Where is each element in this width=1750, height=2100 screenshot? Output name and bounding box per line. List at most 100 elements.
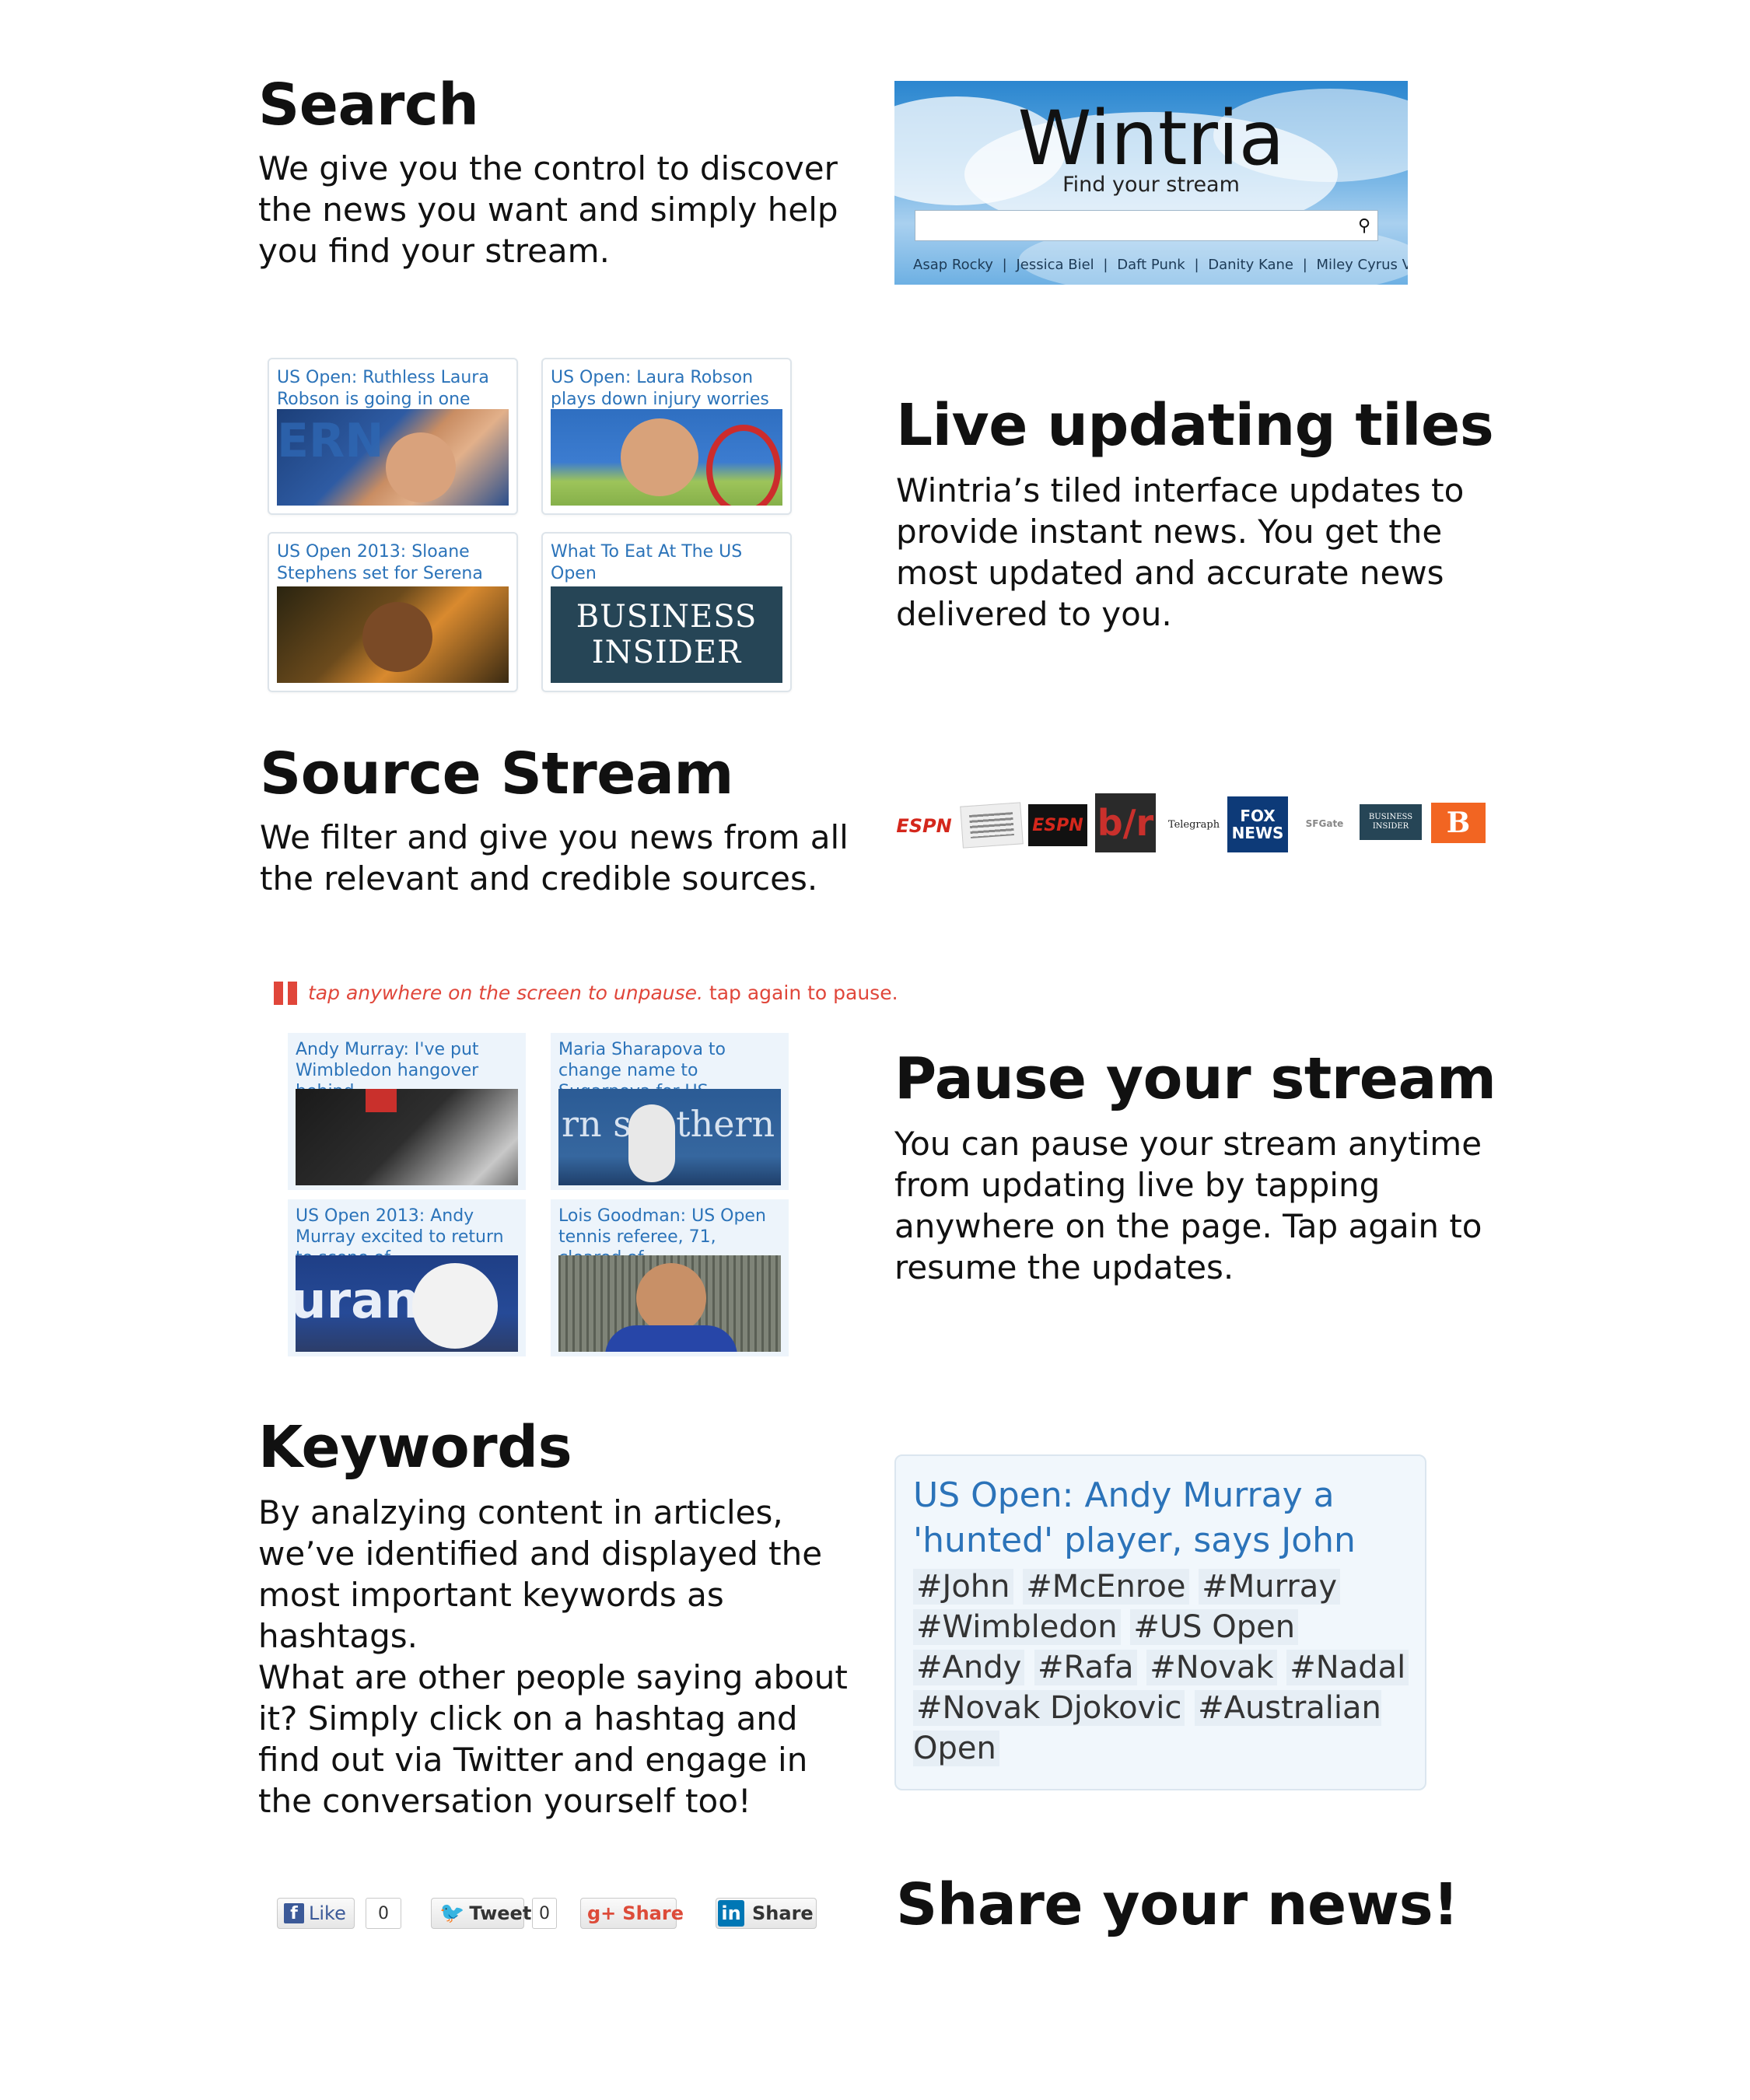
sources-heading: Source Stream <box>260 740 734 807</box>
hashtag[interactable]: #Novak <box>1146 1650 1277 1685</box>
search-heading: Search <box>258 72 479 138</box>
hashtag[interactable]: #Murray <box>1199 1569 1340 1605</box>
tile-title[interactable]: US Open: Ruthless Laura Robson is going … <box>277 367 509 411</box>
fox-news-logo: FOX NEWS <box>1227 796 1288 852</box>
separator: | <box>1103 257 1108 273</box>
logo-lines <box>969 812 1014 838</box>
facebook-icon: f <box>284 1903 304 1923</box>
trending-link[interactable]: Jessica Biel <box>1016 257 1094 273</box>
hashtag[interactable]: #John <box>913 1569 1013 1605</box>
trending-link[interactable]: Daft Punk <box>1117 257 1185 273</box>
search-icon[interactable]: ⚲ <box>1353 215 1375 236</box>
news-tile[interactable]: US Open 2013: Andy Murray excited to ret… <box>288 1199 526 1356</box>
tennis-photo: ERN <box>277 409 509 506</box>
espn-logo: ESPN <box>896 815 952 837</box>
hashtag[interactable]: #Novak Djokovic <box>913 1690 1185 1726</box>
facebook-like-button[interactable]: f Like <box>277 1898 355 1929</box>
logo-line: NEWS <box>1231 824 1284 842</box>
latin-news-logo <box>960 802 1024 849</box>
app-logo: Wintria <box>1017 95 1285 182</box>
hashtag-list: #John #McEnroe #Murray #Wimbledon #US Op… <box>913 1566 1411 1769</box>
app-tagline: Find your stream <box>1062 173 1240 197</box>
tennis-photo <box>558 1255 781 1352</box>
tweet-count: 0 <box>532 1898 557 1929</box>
tennis-photo: rn southern <box>558 1089 781 1185</box>
breitbart-logo: B <box>1431 803 1486 843</box>
photo-decor <box>412 1263 498 1349</box>
search-input[interactable] <box>915 210 1378 241</box>
separator: | <box>1002 257 1007 273</box>
share-heading: Share your news! <box>896 1871 1459 1938</box>
photo-decor <box>706 425 781 506</box>
trending-link[interactable]: Asap Rocky <box>913 257 993 273</box>
news-tile[interactable]: Lois Goodman: US Open tennis referee, 71… <box>551 1199 789 1356</box>
photo-decor <box>636 1263 706 1333</box>
article-card[interactable]: US Open: Andy Murray a 'hunted' player, … <box>894 1454 1426 1790</box>
hashtag[interactable]: #Andy <box>913 1650 1025 1685</box>
photo-decor <box>362 602 432 672</box>
article-title[interactable]: US Open: Andy Murray a 'hunted' player, … <box>913 1473 1403 1563</box>
tweet-button[interactable]: 🐦 Tweet <box>431 1898 531 1929</box>
trending-link[interactable]: Miley Cyrus VMA <box>1317 257 1408 273</box>
tweet-label: Tweet <box>469 1902 532 1924</box>
sfgate-logo: SFGate <box>1305 818 1344 829</box>
news-tile[interactable]: What To Eat At The US Open BUSINESS INSI… <box>541 532 792 692</box>
tennis-photo: uranc <box>296 1255 518 1352</box>
keywords-description-2: What are other people saying about it? S… <box>258 1658 848 1820</box>
logo-line: FOX <box>1240 807 1276 825</box>
news-tile[interactable]: Maria Sharapova to change name to Sugarp… <box>551 1033 789 1190</box>
bleacher-report-logo: b/r <box>1095 793 1156 852</box>
tennis-photo <box>277 586 509 683</box>
like-label: Like <box>309 1902 346 1924</box>
separator: | <box>1302 257 1307 273</box>
pause-notice-text: tap anywhere on the screen to unpause. <box>308 982 703 1004</box>
hashtag[interactable]: #McEnroe <box>1023 1569 1189 1605</box>
business-insider-logo: BUSINESS INSIDER <box>551 586 782 683</box>
trending-links: Asap Rocky | Jessica Biel | Daft Punk | … <box>913 257 1408 273</box>
search-screenshot: Wintria Find your stream ⚲ Asap Rocky | … <box>894 81 1408 285</box>
linkedin-share-button[interactable]: in Share <box>716 1898 817 1929</box>
gplus-label: Share <box>622 1902 684 1924</box>
tiles-description: Wintria’s tiled interface updates to pro… <box>896 471 1465 633</box>
separator: | <box>1194 257 1199 273</box>
photo-decor <box>605 1325 737 1352</box>
pause-icon[interactable] <box>288 982 297 1005</box>
pause-icon[interactable] <box>274 982 283 1005</box>
linkedin-label: Share <box>752 1902 814 1924</box>
tile-title[interactable]: What To Eat At The US Open <box>551 541 782 585</box>
news-tile[interactable]: US Open: Laura Robson plays down injury … <box>541 358 792 515</box>
tennis-photo <box>551 409 782 506</box>
news-tile[interactable]: US Open: Ruthless Laura Robson is going … <box>268 358 518 515</box>
pause-notice: tap anywhere on the screen to unpause. t… <box>308 982 898 1004</box>
pause-description: You can pause your stream anytime from u… <box>894 1125 1482 1286</box>
tile-title[interactable]: US Open 2013: Sloane Stephens set for Se… <box>277 541 509 585</box>
sources-description: We filter and give you news from all the… <box>260 818 849 898</box>
keywords-heading: Keywords <box>258 1414 572 1481</box>
hashtag[interactable]: #Rafa <box>1034 1650 1137 1685</box>
pause-heading: Pause your stream <box>894 1045 1496 1112</box>
hashtag[interactable]: #Wimbledon <box>913 1609 1121 1645</box>
google-plus-share-button[interactable]: g+ Share <box>580 1898 684 1929</box>
logo-line: INSIDER <box>591 635 742 670</box>
hashtag[interactable]: #US Open <box>1130 1609 1299 1645</box>
photo-decor <box>366 1089 397 1112</box>
news-tile[interactable]: Andy Murray: I've put Wimbledon hangover… <box>288 1033 526 1190</box>
pause-notice-text: tap again to pause. <box>709 982 898 1004</box>
keywords-description: By analzying content in articles, we’ve … <box>258 1493 823 1655</box>
tile-title[interactable]: US Open: Laura Robson plays down injury … <box>551 367 782 411</box>
tennis-photo <box>296 1089 518 1185</box>
photo-decor: ERN <box>277 414 384 468</box>
hashtag[interactable]: #Nadal <box>1286 1650 1409 1685</box>
search-description: We give you the control to discover the … <box>258 149 838 270</box>
google-plus-icon: g+ <box>587 1902 617 1924</box>
photo-decor <box>628 1104 675 1182</box>
linkedin-icon: in <box>718 1900 744 1927</box>
photo-decor <box>621 418 698 496</box>
like-count: 0 <box>366 1898 401 1929</box>
tiles-heading: Live updating tiles <box>896 392 1494 459</box>
telegraph-logo: Telegraph <box>1167 818 1220 831</box>
news-tile[interactable]: US Open 2013: Sloane Stephens set for Se… <box>268 532 518 692</box>
trending-link[interactable]: Danity Kane <box>1208 257 1293 273</box>
twitter-bird-icon: 🐦 <box>439 1902 465 1925</box>
espn-logo: ESPN <box>1028 804 1087 846</box>
